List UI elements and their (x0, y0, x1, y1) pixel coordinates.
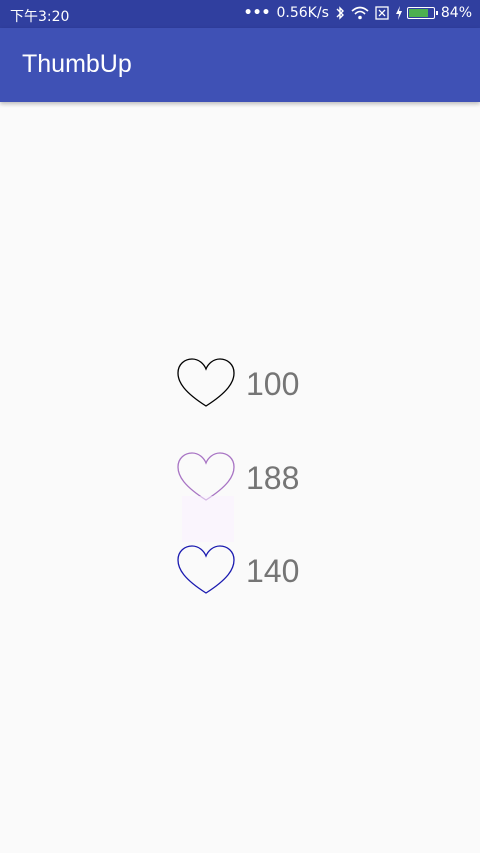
battery-level-fill (408, 9, 429, 17)
more-dots-icon: ••• (243, 5, 271, 21)
status-bar: 下午3:20 ••• 0.56K/s 84% (0, 0, 480, 28)
like-count: 100 (246, 365, 300, 402)
battery-percent: 84% (440, 5, 472, 21)
thumb-up-view-3[interactable]: 140 (176, 545, 316, 597)
thumb-up-view-1[interactable]: 100 (176, 358, 316, 410)
charging-bolt-icon (395, 6, 402, 20)
heart-outline-icon[interactable] (176, 545, 236, 597)
app-bar: ThumbUp (0, 28, 480, 102)
like-count: 140 (246, 552, 300, 589)
bluetooth-icon (336, 6, 344, 20)
wifi-icon (351, 6, 369, 20)
status-time: 下午3:20 (10, 9, 70, 25)
network-speed: 0.56K/s (276, 5, 329, 21)
heart-outline-icon[interactable] (176, 358, 236, 410)
app-title: ThumbUp (22, 50, 132, 78)
like-count: 188 (246, 459, 300, 496)
status-icons: ••• 0.56K/s 84% (238, 5, 472, 21)
ripple-highlight (182, 496, 234, 542)
battery-icon (406, 7, 438, 19)
sim-disabled-icon (375, 6, 389, 20)
